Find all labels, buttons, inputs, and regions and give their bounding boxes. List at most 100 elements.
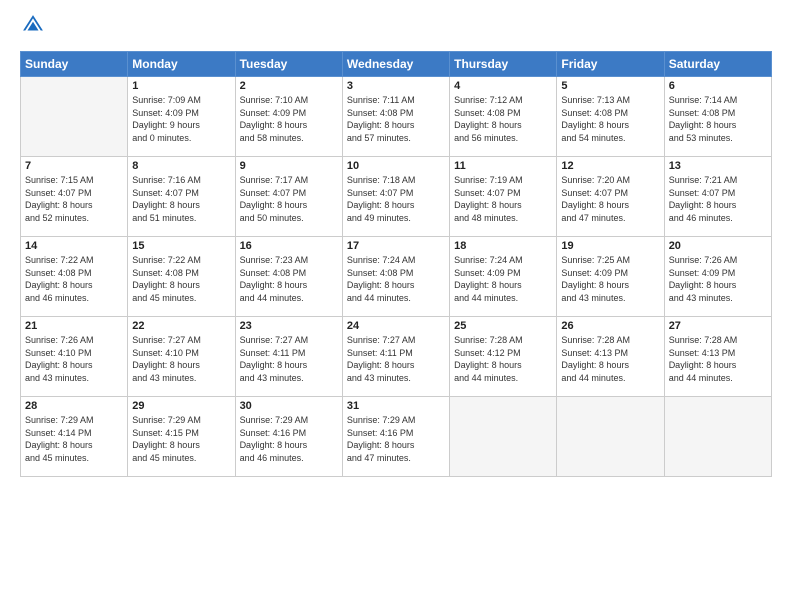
day-header-sunday: Sunday <box>21 52 128 77</box>
calendar-cell: 27Sunrise: 7:28 AMSunset: 4:13 PMDayligh… <box>664 317 771 397</box>
day-header-tuesday: Tuesday <box>235 52 342 77</box>
day-info: Sunrise: 7:29 AMSunset: 4:15 PMDaylight:… <box>132 414 230 464</box>
day-number: 13 <box>669 160 767 172</box>
calendar-cell: 4Sunrise: 7:12 AMSunset: 4:08 PMDaylight… <box>450 77 557 157</box>
calendar-week-row: 1 Sunrise: 7:09 AMSunset: 4:09 PMDaylight… <box>21 77 772 157</box>
calendar-cell: 18Sunrise: 7:24 AMSunset: 4:09 PMDayligh… <box>450 237 557 317</box>
calendar-cell: 7 Sunrise: 7:15 AMSunset: 4:07 PMDaylight… <box>21 157 128 237</box>
day-info: Sunrise: 7:14 AMSunset: 4:08 PMDaylight:… <box>669 94 767 144</box>
day-number: 10 <box>347 160 445 172</box>
calendar-cell: 29 Sunrise: 7:29 AMSunset: 4:15 PMDayligh… <box>128 397 235 477</box>
day-info: Sunrise: 7:29 AMSunset: 4:16 PMDaylight:… <box>347 414 445 464</box>
day-header-monday: Monday <box>128 52 235 77</box>
day-number: 28 <box>25 400 123 412</box>
calendar-cell: 30 Sunrise: 7:29 AMSunset: 4:16 PMDayligh… <box>235 397 342 477</box>
calendar-cell <box>21 77 128 157</box>
day-header-saturday: Saturday <box>664 52 771 77</box>
calendar-cell: 10 Sunrise: 7:18 AMSunset: 4:07 PMDayligh… <box>342 157 449 237</box>
calendar-week-row: 28 Sunrise: 7:29 AMSunset: 4:14 PMDayligh… <box>21 397 772 477</box>
day-number: 4 <box>454 80 552 92</box>
day-number: 25 <box>454 320 552 332</box>
day-header-friday: Friday <box>557 52 664 77</box>
day-number: 11 <box>454 160 552 172</box>
day-info: Sunrise: 7:26 AMSunset: 4:09 PMDaylight:… <box>669 254 767 304</box>
calendar-cell <box>450 397 557 477</box>
day-info: Sunrise: 7:23 AMSunset: 4:08 PMDaylight:… <box>240 254 338 304</box>
day-number: 3 <box>347 80 445 92</box>
day-info: Sunrise: 7:28 AMSunset: 4:13 PMDaylight:… <box>561 334 659 384</box>
calendar-week-row: 14 Sunrise: 7:22 AMSunset: 4:08 PMDayligh… <box>21 237 772 317</box>
calendar-cell: 21 Sunrise: 7:26 AMSunset: 4:10 PMDayligh… <box>21 317 128 397</box>
calendar-cell: 23 Sunrise: 7:27 AMSunset: 4:11 PMDayligh… <box>235 317 342 397</box>
day-info: Sunrise: 7:28 AMSunset: 4:12 PMDaylight:… <box>454 334 552 384</box>
calendar-cell: 25 Sunrise: 7:28 AMSunset: 4:12 PMDayligh… <box>450 317 557 397</box>
calendar-cell: 16 Sunrise: 7:23 AMSunset: 4:08 PMDayligh… <box>235 237 342 317</box>
day-number: 16 <box>240 240 338 252</box>
day-number: 9 <box>240 160 338 172</box>
day-info: Sunrise: 7:17 AMSunset: 4:07 PMDaylight:… <box>240 174 338 224</box>
day-info: Sunrise: 7:13 AMSunset: 4:08 PMDaylight:… <box>561 94 659 144</box>
calendar-week-row: 21 Sunrise: 7:26 AMSunset: 4:10 PMDayligh… <box>21 317 772 397</box>
day-info: Sunrise: 7:29 AMSunset: 4:14 PMDaylight:… <box>25 414 123 464</box>
day-info: Sunrise: 7:26 AMSunset: 4:10 PMDaylight:… <box>25 334 123 384</box>
calendar-cell: 3Sunrise: 7:11 AMSunset: 4:08 PMDaylight… <box>342 77 449 157</box>
calendar-table: SundayMondayTuesdayWednesdayThursdayFrid… <box>20 51 772 477</box>
day-number: 7 <box>25 160 123 172</box>
calendar-cell: 13Sunrise: 7:21 AMSunset: 4:07 PMDayligh… <box>664 157 771 237</box>
day-info: Sunrise: 7:22 AMSunset: 4:08 PMDaylight:… <box>132 254 230 304</box>
calendar-header-row: SundayMondayTuesdayWednesdayThursdayFrid… <box>21 52 772 77</box>
logo-icon <box>22 14 44 36</box>
day-number: 15 <box>132 240 230 252</box>
calendar-cell: 6 Sunrise: 7:14 AMSunset: 4:08 PMDaylight… <box>664 77 771 157</box>
day-number: 29 <box>132 400 230 412</box>
day-info: Sunrise: 7:16 AMSunset: 4:07 PMDaylight:… <box>132 174 230 224</box>
day-header-wednesday: Wednesday <box>342 52 449 77</box>
calendar-cell: 5 Sunrise: 7:13 AMSunset: 4:08 PMDaylight… <box>557 77 664 157</box>
day-number: 20 <box>669 240 767 252</box>
day-info: Sunrise: 7:24 AMSunset: 4:09 PMDaylight:… <box>454 254 552 304</box>
calendar-cell: 17 Sunrise: 7:24 AMSunset: 4:08 PMDayligh… <box>342 237 449 317</box>
day-number: 31 <box>347 400 445 412</box>
calendar-cell: 15 Sunrise: 7:22 AMSunset: 4:08 PMDayligh… <box>128 237 235 317</box>
calendar-cell: 31 Sunrise: 7:29 AMSunset: 4:16 PMDayligh… <box>342 397 449 477</box>
day-info: Sunrise: 7:27 AMSunset: 4:11 PMDaylight:… <box>347 334 445 384</box>
logo <box>20 16 44 41</box>
day-info: Sunrise: 7:29 AMSunset: 4:16 PMDaylight:… <box>240 414 338 464</box>
day-number: 27 <box>669 320 767 332</box>
day-number: 2 <box>240 80 338 92</box>
day-number: 17 <box>347 240 445 252</box>
day-number: 26 <box>561 320 659 332</box>
calendar-cell: 2 Sunrise: 7:10 AMSunset: 4:09 PMDaylight… <box>235 77 342 157</box>
day-info: Sunrise: 7:24 AMSunset: 4:08 PMDaylight:… <box>347 254 445 304</box>
calendar-cell <box>664 397 771 477</box>
day-number: 12 <box>561 160 659 172</box>
day-number: 6 <box>669 80 767 92</box>
calendar-week-row: 7 Sunrise: 7:15 AMSunset: 4:07 PMDaylight… <box>21 157 772 237</box>
day-info: Sunrise: 7:22 AMSunset: 4:08 PMDaylight:… <box>25 254 123 304</box>
day-number: 1 <box>132 80 230 92</box>
day-number: 30 <box>240 400 338 412</box>
calendar-cell: 9 Sunrise: 7:17 AMSunset: 4:07 PMDaylight… <box>235 157 342 237</box>
day-info: Sunrise: 7:18 AMSunset: 4:07 PMDaylight:… <box>347 174 445 224</box>
day-info: Sunrise: 7:20 AMSunset: 4:07 PMDaylight:… <box>561 174 659 224</box>
calendar-cell: 20 Sunrise: 7:26 AMSunset: 4:09 PMDayligh… <box>664 237 771 317</box>
calendar-cell <box>557 397 664 477</box>
day-number: 5 <box>561 80 659 92</box>
calendar-cell: 12 Sunrise: 7:20 AMSunset: 4:07 PMDayligh… <box>557 157 664 237</box>
day-number: 23 <box>240 320 338 332</box>
page: SundayMondayTuesdayWednesdayThursdayFrid… <box>0 0 792 612</box>
day-number: 19 <box>561 240 659 252</box>
day-info: Sunrise: 7:27 AMSunset: 4:11 PMDaylight:… <box>240 334 338 384</box>
day-number: 14 <box>25 240 123 252</box>
day-info: Sunrise: 7:10 AMSunset: 4:09 PMDaylight:… <box>240 94 338 144</box>
day-info: Sunrise: 7:09 AMSunset: 4:09 PMDaylight:… <box>132 94 230 144</box>
calendar-cell: 22 Sunrise: 7:27 AMSunset: 4:10 PMDayligh… <box>128 317 235 397</box>
calendar-cell: 1 Sunrise: 7:09 AMSunset: 4:09 PMDaylight… <box>128 77 235 157</box>
day-header-thursday: Thursday <box>450 52 557 77</box>
calendar-cell: 19Sunrise: 7:25 AMSunset: 4:09 PMDayligh… <box>557 237 664 317</box>
day-info: Sunrise: 7:15 AMSunset: 4:07 PMDaylight:… <box>25 174 123 224</box>
day-info: Sunrise: 7:27 AMSunset: 4:10 PMDaylight:… <box>132 334 230 384</box>
header <box>20 16 772 41</box>
day-number: 21 <box>25 320 123 332</box>
day-number: 22 <box>132 320 230 332</box>
